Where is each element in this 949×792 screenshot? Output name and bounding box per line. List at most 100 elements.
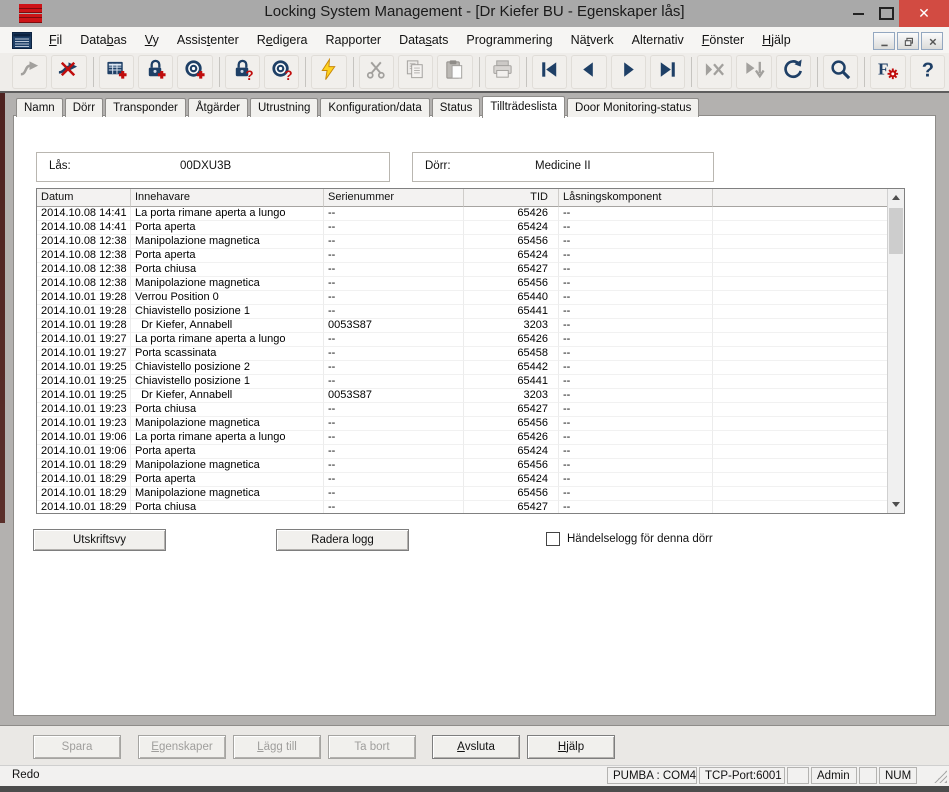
menu-item-datasats[interactable]: Datasats — [390, 28, 457, 53]
toolbar-button-print — [485, 55, 520, 89]
table-row[interactable]: 2014.10.01 19:28Chiavistello posizione 1… — [37, 305, 904, 319]
close-button[interactable]: ✕ — [899, 0, 949, 27]
avsluta-button[interactable]: Avsluta — [432, 735, 520, 759]
tab-dorr[interactable]: Dörr — [65, 98, 103, 117]
scrollbar-thumb[interactable] — [889, 208, 903, 254]
menu-item-rapporter[interactable]: Rapporter — [316, 28, 390, 53]
svg-text:?: ? — [245, 68, 253, 81]
column-header-TID[interactable]: TID — [464, 189, 559, 207]
menu-item-vy[interactable]: Vy — [136, 28, 168, 53]
delete-log-button[interactable]: Radera logg — [276, 529, 409, 551]
table-row[interactable]: 2014.10.01 18:29Porta chiusa--65427-- — [37, 501, 904, 514]
menu-item-alternativ[interactable]: Alternativ — [623, 28, 693, 53]
toolbar-button-filter-settings[interactable]: F — [870, 55, 905, 89]
toolbar-button-new-lock[interactable] — [138, 55, 173, 89]
table-row[interactable]: 2014.10.01 18:29Manipolazione magnetica-… — [37, 487, 904, 501]
table-row[interactable]: 2014.10.01 19:25Chiavistello posizione 1… — [37, 375, 904, 389]
toolbar-button-help[interactable]: ? — [910, 55, 945, 89]
table-row[interactable]: 2014.10.01 19:27La porta rimane aperta a… — [37, 333, 904, 347]
toolbar-button-new-transponder[interactable] — [177, 55, 212, 89]
nav-first-icon — [538, 58, 561, 86]
tab-door-monitoring-status[interactable]: Door Monitoring-status — [567, 98, 699, 117]
tab-status[interactable]: Status — [432, 98, 481, 117]
table-scrollbar[interactable] — [887, 189, 904, 513]
tab-transponder[interactable]: Transponder — [105, 98, 186, 117]
menu-item-natverk[interactable]: Nätverk — [562, 28, 623, 53]
table-row[interactable]: 2014.10.01 19:23Manipolazione magnetica-… — [37, 417, 904, 431]
mdi-close-button[interactable] — [921, 32, 943, 50]
menu-item-fonster[interactable]: Fönster — [693, 28, 753, 53]
mdi-minimize-button[interactable] — [873, 32, 895, 50]
cell-låsningskomponent: -- — [559, 263, 713, 277]
toolbar: ??F? — [0, 53, 949, 91]
table-row[interactable]: 2014.10.01 19:28 Dr Kiefer, Annabell0053… — [37, 319, 904, 333]
cell-tid: 65456 — [464, 235, 559, 249]
column-header-blank[interactable] — [713, 189, 889, 207]
resize-grip-icon[interactable] — [934, 770, 947, 783]
maximize-button[interactable] — [873, 0, 899, 27]
toolbar-button-new-locking-system[interactable] — [99, 55, 134, 89]
table-row[interactable]: 2014.10.01 19:25 Dr Kiefer, Annabell0053… — [37, 389, 904, 403]
table-row[interactable]: 2014.10.01 19:23Porta chiusa--65427-- — [37, 403, 904, 417]
table-row[interactable]: 2014.10.01 19:06Porta aperta--65424-- — [37, 445, 904, 459]
toolbar-button-refresh[interactable] — [776, 55, 811, 89]
column-header-Låsningskomponent[interactable]: Låsningskomponent — [559, 189, 713, 207]
toolbar-button-previous-record[interactable] — [571, 55, 606, 89]
cell-tid: 65441 — [464, 375, 559, 389]
event-log-checkbox[interactable] — [546, 532, 560, 546]
tab-utrustning[interactable]: Utrustning — [250, 98, 318, 117]
cell-innehavare: Manipolazione magnetica — [131, 277, 324, 291]
table-row[interactable]: 2014.10.01 19:28Verrou Position 0--65440… — [37, 291, 904, 305]
cell-tid: 65424 — [464, 221, 559, 235]
hjalp-button[interactable]: Hjälp — [527, 735, 615, 759]
table-row[interactable]: 2014.10.01 19:06La porta rimane aperta a… — [37, 431, 904, 445]
toolbar-button-read-lock[interactable]: ? — [225, 55, 260, 89]
table-row[interactable]: 2014.10.08 14:41La porta rimane aperta a… — [37, 207, 904, 221]
column-header-Datum[interactable]: Datum — [37, 189, 131, 207]
cell-blank — [713, 389, 889, 403]
column-header-Innehavare[interactable]: Innehavare — [131, 189, 324, 207]
cell-tid: 65456 — [464, 417, 559, 431]
nav-next-icon — [617, 58, 640, 86]
column-header-Serienummer[interactable]: Serienummer — [324, 189, 464, 207]
mdi-restore-button[interactable] — [897, 32, 919, 50]
table-row[interactable]: 2014.10.01 18:29Manipolazione magnetica-… — [37, 459, 904, 473]
menu-item-databas[interactable]: Databas — [71, 28, 136, 53]
cell-tid: 3203 — [464, 319, 559, 333]
cell-innehavare: Porta chiusa — [131, 501, 324, 514]
minimize-button[interactable] — [845, 0, 871, 27]
tab-namn[interactable]: Namn — [16, 98, 63, 117]
toolbar-button-search[interactable] — [823, 55, 858, 89]
access-list-table: DatumInnehavareSerienummerTIDLåsningskom… — [36, 188, 905, 514]
table-row[interactable]: 2014.10.08 12:38Porta aperta--65424-- — [37, 249, 904, 263]
toolbar-button-remove-navigation[interactable] — [51, 55, 86, 89]
cell-serienummer: -- — [324, 263, 464, 277]
print-view-button[interactable]: Utskriftsvy — [33, 529, 166, 551]
table-row[interactable]: 2014.10.01 19:27Porta scassinata--65458-… — [37, 347, 904, 361]
menu-item-programmering[interactable]: Programmering — [457, 28, 561, 53]
scroll-down-icon — [892, 502, 900, 507]
menu-item-redigera[interactable]: Redigera — [248, 28, 317, 53]
table-row[interactable]: 2014.10.01 19:25Chiavistello posizione 2… — [37, 361, 904, 375]
toolbar-button-first-record[interactable] — [532, 55, 567, 89]
toolbar-button-read-transponder[interactable]: ? — [264, 55, 299, 89]
menu-item-hjalp[interactable]: Hjälp — [753, 28, 800, 53]
cell-serienummer: -- — [324, 235, 464, 249]
tab-atgarder[interactable]: Åtgärder — [188, 98, 248, 117]
table-row[interactable]: 2014.10.01 18:29Porta aperta--65424-- — [37, 473, 904, 487]
scroll-down-button[interactable] — [888, 496, 904, 513]
table-row[interactable]: 2014.10.08 12:38Porta chiusa--65427-- — [37, 263, 904, 277]
table-row[interactable]: 2014.10.08 14:41Porta aperta--65424-- — [37, 221, 904, 235]
scroll-up-button[interactable] — [888, 189, 904, 206]
table-row[interactable]: 2014.10.08 12:38Manipolazione magnetica-… — [37, 235, 904, 249]
tab-tilltradeslista[interactable]: Tillträdeslista — [482, 96, 565, 118]
toolbar-button-last-record[interactable] — [650, 55, 685, 89]
tab-konfiguration-data[interactable]: Konfiguration/data — [320, 98, 429, 117]
event-log-checkbox-label: Händelselogg för denna dörr — [567, 533, 713, 545]
menu-item-fil[interactable]: Fil — [40, 28, 71, 53]
toolbar-button-program[interactable] — [311, 55, 346, 89]
table-row[interactable]: 2014.10.08 12:38Manipolazione magnetica-… — [37, 277, 904, 291]
cell-datum: 2014.10.08 14:41 — [37, 221, 131, 235]
menu-item-assistenter[interactable]: Assistenter — [168, 28, 248, 53]
toolbar-button-next-record[interactable] — [611, 55, 646, 89]
